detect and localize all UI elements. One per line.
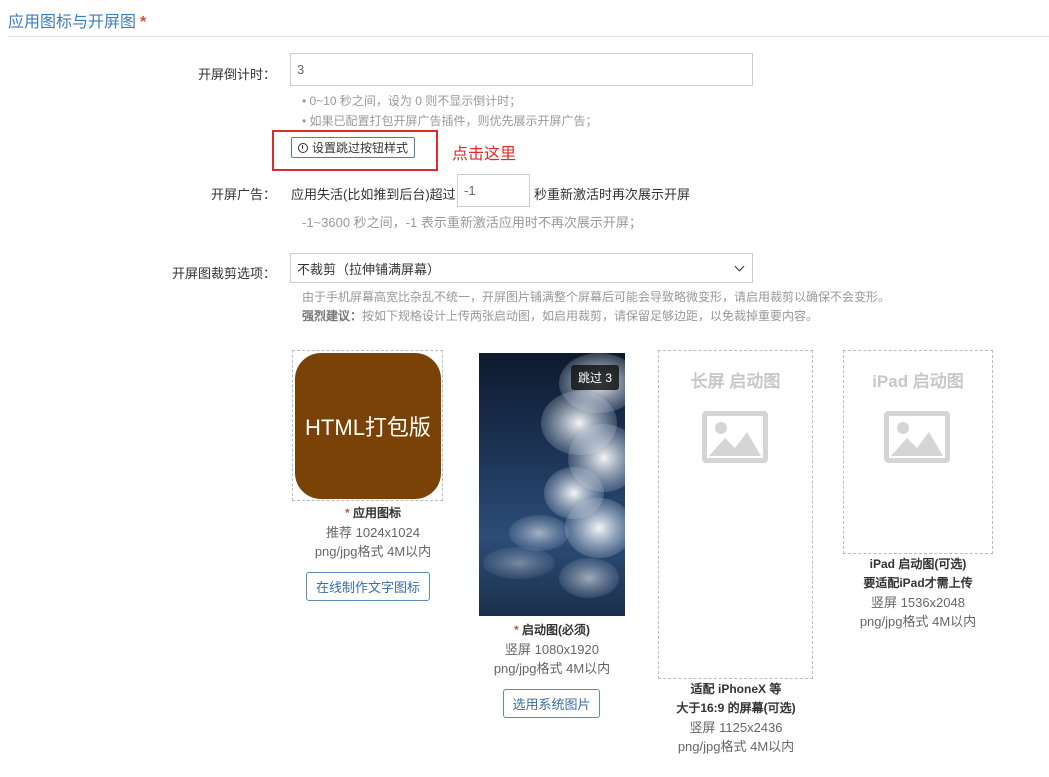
chevron-down-icon <box>734 261 745 271</box>
ipad-splash-caption: iPad 启动图(可选) 要适配iPad才需上传 竖屏 1536x2048 pn… <box>859 557 977 629</box>
image-placeholder-icon <box>702 411 768 463</box>
ad-suffix-text: 秒重新激活时再次展示开屏 <box>534 187 691 202</box>
app-icon-image: HTML打包版 <box>295 353 441 499</box>
splash-caption: * 启动图(必须) 竖屏 1080x1920 png/jpg格式 4M以内 <box>493 623 611 676</box>
title-divider <box>8 36 1049 37</box>
crop-select[interactable]: 不裁剪（拉伸铺满屏幕） <box>290 253 753 283</box>
splash-image[interactable]: 跳过 3 <box>479 353 625 616</box>
countdown-input[interactable]: 3 <box>290 53 753 86</box>
long-splash-caption: 适配 iPhoneX 等 大于16:9 的屏幕(可选) 竖屏 1125x2436… <box>676 682 796 754</box>
crop-hint-2: 强烈建议：按如下规格设计上传两张启动图，如启用裁剪，请保留足够边距，以免裁掉重要… <box>302 309 819 323</box>
ad-label: 开屏广告： <box>210 187 276 202</box>
countdown-hint-2: • 如果已配置打包开屏广告插件，则优先展示开屏广告； <box>302 114 598 128</box>
ipad-splash-placeholder-title: iPad 启动图 <box>872 372 964 391</box>
choose-system-image-button[interactable]: 选用系统图片 <box>503 689 600 718</box>
make-text-icon-button[interactable]: 在线制作文字图标 <box>306 572 430 601</box>
click-here-annotation: 点击这里 <box>452 146 517 163</box>
ad-seconds-input[interactable]: -1 <box>457 174 530 207</box>
ad-prefix-text: 应用失活(比如推到后台)超过 <box>291 187 456 202</box>
skip-badge: 跳过 3 <box>570 365 619 390</box>
long-splash-upload-area[interactable]: 长屏 启动图 <box>658 350 813 679</box>
long-splash-placeholder-title: 长屏 启动图 <box>690 372 781 391</box>
required-mark: * <box>140 14 147 31</box>
section-title: 应用图标与开屏图 * <box>8 14 147 31</box>
image-placeholder-icon <box>884 411 950 463</box>
countdown-hint-1: • 0~10 秒之间，设为 0 则不显示倒计时； <box>302 94 522 108</box>
crop-hint-1: 由于手机屏幕高宽比杂乱不统一，开屏图片铺满整个屏幕后可能会导致略微变形，请启用裁… <box>302 290 891 304</box>
highlight-box <box>272 130 438 171</box>
app-icon-caption: * 应用图标 推荐 1024x1024 png/jpg格式 4M以内 <box>314 506 432 559</box>
ipad-splash-upload-area[interactable]: iPad 启动图 <box>843 350 993 554</box>
countdown-label: 开屏倒计时： <box>197 67 276 82</box>
cloud-image <box>483 353 625 598</box>
crop-label: 开屏图裁剪选项： <box>171 266 276 281</box>
ad-hint: -1~3600 秒之间，-1 表示重新激活应用时不再次展示开屏； <box>302 215 642 230</box>
